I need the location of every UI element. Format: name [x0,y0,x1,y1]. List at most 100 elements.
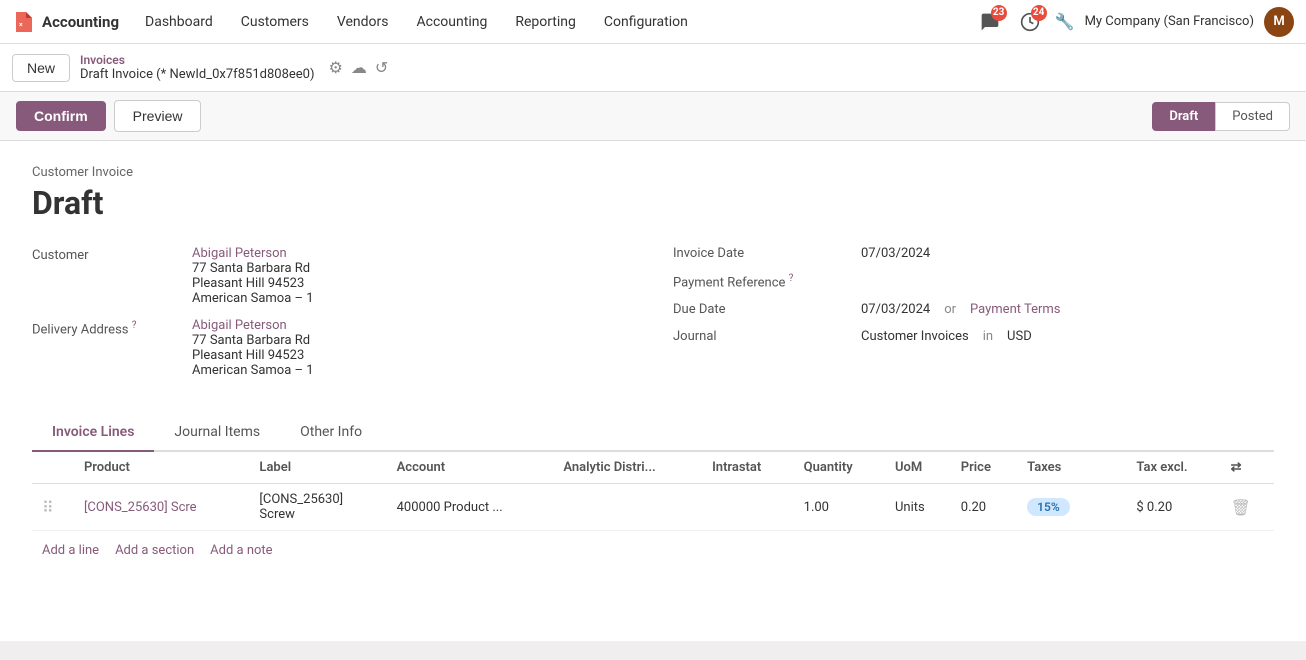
app-logo[interactable]: × Accounting [12,10,119,34]
nav-vendors[interactable]: Vendors [327,10,399,34]
messaging-button[interactable]: 23 [975,7,1005,37]
in-text: in [983,329,993,344]
invoice-date-row: Invoice Date 07/03/2024 [673,246,1274,261]
add-note-link[interactable]: Add a note [210,543,272,558]
refresh-icon[interactable]: ↺ [375,58,388,77]
delivery-address3: American Samoa – 1 [192,363,314,378]
preview-button[interactable]: Preview [114,100,202,132]
company-name: My Company (San Francisco) [1085,14,1254,29]
payment-ref-help-icon[interactable]: ? [789,273,794,284]
col-actions: ⇄ [1221,452,1274,484]
nav-dashboard[interactable]: Dashboard [135,10,223,34]
new-button[interactable]: New [12,54,70,82]
table-row: ⠿ [CONS_25630] Scre [CONS_25630] Screw 4… [32,484,1274,531]
confirm-button[interactable]: Confirm [16,101,106,131]
col-tax-excl: Tax excl. [1126,452,1220,484]
delivery-name-link[interactable]: Abigail Peterson [192,318,287,333]
payment-ref-label: Payment Reference ? [673,273,853,290]
col-account: Account [387,452,554,484]
due-date-label: Due Date [673,302,853,317]
activities-button[interactable]: 24 [1015,7,1045,37]
nav-reporting[interactable]: Reporting [505,10,586,34]
col-intrastat: Intrastat [702,452,794,484]
payment-terms-link[interactable]: Payment Terms [970,302,1061,317]
label-line2: Screw [259,507,376,522]
column-settings-icon[interactable]: ⇄ [1231,460,1242,475]
col-label: Label [249,452,386,484]
customer-address2: Pleasant Hill 94523 [192,276,304,291]
settings-icon[interactable]: 🔧 [1055,12,1075,31]
invoice-date-value[interactable]: 07/03/2024 [861,246,930,261]
tax-badge[interactable]: 15% [1027,498,1070,516]
delivery-help-icon[interactable]: ? [132,320,137,331]
price-cell[interactable]: 0.20 [951,484,1017,531]
settings-gear-icon[interactable]: ⚙ [329,58,343,77]
col-quantity: Quantity [794,452,885,484]
action-bar: Confirm Preview Draft Posted [0,92,1306,141]
account-cell[interactable]: 400000 Product ... [387,484,554,531]
tab-journal-items[interactable]: Journal Items [154,414,280,452]
table-footer: Add a line Add a section Add a note [32,531,1274,570]
drag-handle-icon[interactable]: ⠿ [42,498,54,517]
nav-accounting[interactable]: Accounting [407,10,498,34]
drag-handle[interactable]: ⠿ [32,484,74,531]
status-bar: Draft Posted [1152,102,1290,131]
status-posted[interactable]: Posted [1215,102,1290,131]
app-name: Accounting [42,13,119,31]
uom-cell[interactable]: Units [885,484,951,531]
invoice-right-fields: Invoice Date 07/03/2024 Payment Referenc… [673,246,1274,390]
journal-value[interactable]: Customer Invoices [861,329,969,344]
customer-address1: 77 Santa Barbara Rd [192,261,310,276]
breadcrumb-icons: ⚙ ☁ ↺ [329,58,389,77]
currency-value[interactable]: USD [1007,329,1032,344]
customer-field-row: Customer Abigail Peterson 77 Santa Barba… [32,246,633,306]
status-draft[interactable]: Draft [1152,102,1215,131]
delete-cell[interactable]: 🗑 [1221,484,1274,531]
spacer-cell [1100,484,1126,531]
label-line1: [CONS_25630] [259,492,376,507]
main-content: Customer Invoice Draft Customer Abigail … [0,141,1306,641]
avatar[interactable]: M [1264,7,1294,37]
col-taxes: Taxes [1017,452,1100,484]
delivery-address2: Pleasant Hill 94523 [192,348,304,363]
nav-configuration[interactable]: Configuration [594,10,698,34]
analytic-cell[interactable] [553,484,702,531]
customer-address3: American Samoa – 1 [192,291,314,306]
tab-invoice-lines[interactable]: Invoice Lines [32,414,154,452]
breadcrumb-parent[interactable]: Invoices [80,53,314,67]
col-drag [32,452,74,484]
due-date-value[interactable]: 07/03/2024 [861,302,930,317]
customer-name-link[interactable]: Abigail Peterson [192,246,287,261]
delete-row-icon[interactable]: 🗑 [1231,498,1251,517]
top-navigation: × Accounting Dashboard Customers Vendors… [0,0,1306,44]
label-cell[interactable]: [CONS_25630] Screw [249,484,386,531]
activities-badge: 24 [1031,5,1047,21]
delivery-field-row: Delivery Address ? Abigail Peterson 77 S… [32,318,633,378]
intrastat-cell[interactable] [702,484,794,531]
delivery-address1: 77 Santa Barbara Rd [192,333,310,348]
tax-excl-cell: $ 0.20 [1126,484,1220,531]
logo-icon: × [12,10,36,34]
table-header: Product Label Account Analytic Distri...… [32,452,1274,484]
add-section-link[interactable]: Add a section [115,543,194,558]
col-uom: UoM [885,452,951,484]
col-analytic: Analytic Distri... [553,452,702,484]
quantity-cell[interactable]: 1.00 [794,484,885,531]
tab-other-info[interactable]: Other Info [280,414,382,452]
product-link[interactable]: [CONS_25630] Scre [84,500,197,515]
payment-ref-row: Payment Reference ? [673,273,1274,290]
invoice-date-label: Invoice Date [673,246,853,261]
due-date-row: Due Date 07/03/2024 or Payment Terms [673,302,1274,317]
customer-value: Abigail Peterson 77 Santa Barbara Rd Ple… [192,246,314,306]
topnav-right: 23 24 🔧 My Company (San Francisco) M [975,7,1294,37]
invoice-fields: Customer Abigail Peterson 77 Santa Barba… [32,246,1274,390]
journal-label: Journal [673,329,853,344]
cloud-upload-icon[interactable]: ☁ [351,58,367,77]
col-price: Price [951,452,1017,484]
invoice-table: Product Label Account Analytic Distri...… [32,452,1274,531]
nav-customers[interactable]: Customers [231,10,319,34]
add-line-link[interactable]: Add a line [42,543,99,558]
invoice-status-title: Draft [32,184,1274,222]
product-cell[interactable]: [CONS_25630] Scre [74,484,249,531]
breadcrumb-current: Draft Invoice (* NewId_0x7f851d808ee0) [80,67,314,82]
